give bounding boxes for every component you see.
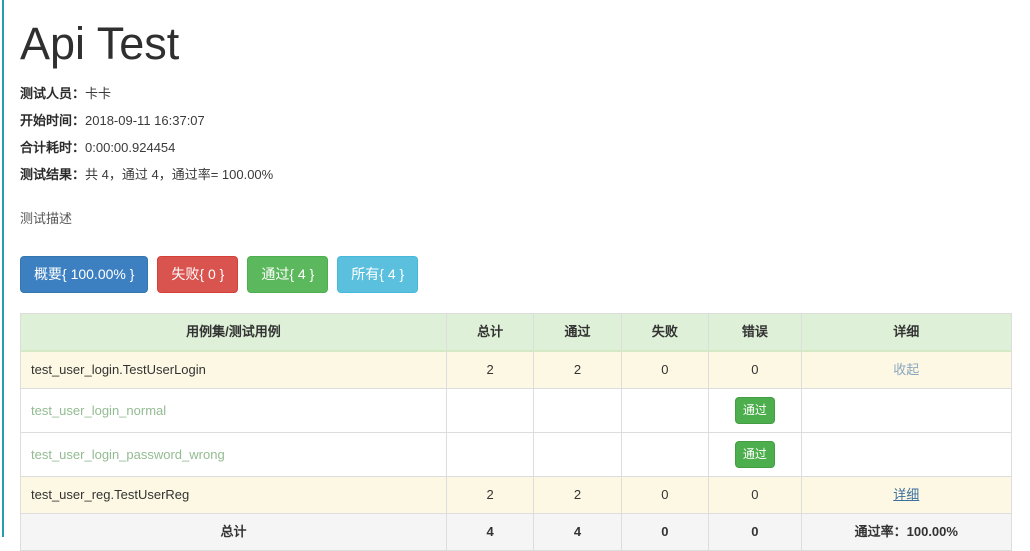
meta-value-result: 共 4，通过 4，通过率= 100.00% [85, 167, 274, 182]
summary-filter-button[interactable]: 概要{ 100.00% } [20, 256, 149, 293]
total-label: 总计 [20, 513, 447, 551]
case-name-cell[interactable]: test_user_login_normal [20, 388, 447, 433]
header-total: 总计 [445, 313, 535, 352]
meta-value-tester: 卡卡 [85, 86, 112, 101]
collapse-link[interactable]: 收起 [893, 362, 919, 377]
detail-cell [800, 388, 1013, 433]
failed-filter-button[interactable]: 失败{ 0 } [157, 256, 239, 293]
all-filter-button[interactable]: 所有{ 4 } [337, 256, 419, 293]
fail-cell [620, 432, 710, 477]
table-row: test_user_reg.TestUserReg 2 2 0 0 详细 [20, 476, 1013, 514]
result-table: 用例集/测试用例 总计 通过 失败 错误 详细 test_user_login.… [20, 313, 1013, 551]
result-table-body: test_user_login.TestUserLogin 2 2 0 0 收起 test_… [20, 350, 1013, 514]
pass-cell: 2 [533, 350, 622, 389]
detail-link[interactable]: 详细 [893, 487, 919, 502]
detail-cell: 收起 [800, 350, 1013, 389]
detail-cell: 详细 [800, 476, 1013, 514]
table-header-row: 用例集/测试用例 总计 通过 失败 错误 详细 [20, 313, 1013, 352]
filter-button-bar: 概要{ 100.00% } 失败{ 0 } 通过{ 4 } 所有{ 4 } [20, 256, 1030, 293]
table-row: test_user_login_normal 通过 [20, 388, 1013, 433]
result-table-head: 用例集/测试用例 总计 通过 失败 错误 详细 [20, 313, 1013, 352]
table-row: test_user_login_password_wrong 通过 [20, 432, 1013, 477]
pass-cell [533, 388, 622, 433]
meta-value-start-time: 2018-09-11 16:37:07 [85, 113, 205, 128]
pass-cell [533, 432, 622, 477]
status-badge[interactable]: 通过 [734, 441, 775, 468]
pass-rate-cell: 通过率：100.00% [800, 513, 1013, 551]
total-total-cell: 4 [445, 513, 535, 551]
meta-label-start-time: 开始时间： [20, 113, 86, 128]
total-error-cell: 0 [708, 513, 802, 551]
error-cell: 0 [708, 350, 802, 389]
header-fail: 失败 [620, 313, 710, 352]
meta-line-start-time: 开始时间：2018-09-11 16:37:07 [20, 107, 1030, 134]
passed-filter-button[interactable]: 通过{ 4 } [247, 256, 329, 293]
table-row: test_user_login.TestUserLogin 2 2 0 0 收起 [20, 350, 1013, 389]
meta-line-result: 测试结果：共 4，通过 4，通过率= 100.00% [20, 161, 1030, 188]
error-cell: 0 [708, 476, 802, 514]
meta-label-tester: 测试人员： [20, 86, 86, 101]
result-table-foot: 总计 4 4 0 0 通过率：100.00% [20, 513, 1013, 551]
suite-name-cell: test_user_login.TestUserLogin [20, 350, 447, 389]
case-name-cell[interactable]: test_user_login_password_wrong [20, 432, 447, 477]
fail-cell: 0 [620, 350, 710, 389]
total-cell: 2 [445, 476, 535, 514]
meta-line-tester: 测试人员：卡卡 [20, 80, 1030, 107]
status-badge[interactable]: 通过 [734, 397, 775, 424]
header-error: 错误 [708, 313, 802, 352]
page-title: Api Test [20, 18, 180, 69]
meta-value-duration: 0:00:00.924454 [85, 140, 176, 155]
total-pass-cell: 4 [533, 513, 622, 551]
header-detail: 详细 [800, 313, 1013, 352]
result-table-container: 用例集/测试用例 总计 通过 失败 错误 详细 test_user_login.… [20, 313, 1013, 551]
total-cell [445, 388, 535, 433]
total-cell: 2 [445, 350, 535, 389]
total-fail-cell: 0 [620, 513, 710, 551]
meta-label-duration: 合计耗时： [20, 140, 86, 155]
detail-cell [800, 432, 1013, 477]
report-header: Api Test 测试人员：卡卡 开始时间：2018-09-11 16:37:0… [0, 0, 1030, 228]
header-case-set: 用例集/测试用例 [20, 313, 447, 352]
suite-name-cell: test_user_reg.TestUserReg [20, 476, 447, 514]
meta-label-result: 测试结果： [20, 167, 86, 182]
report-description: 测试描述 [20, 211, 73, 226]
header-pass: 通过 [533, 313, 622, 352]
table-total-row: 总计 4 4 0 0 通过率：100.00% [20, 513, 1013, 551]
pass-cell: 2 [533, 476, 622, 514]
report-page: Api Test 测试人员：卡卡 开始时间：2018-09-11 16:37:0… [0, 0, 1030, 551]
fail-cell [620, 388, 710, 433]
error-cell: 通过 [708, 388, 802, 433]
fail-cell: 0 [620, 476, 710, 514]
total-cell [445, 432, 535, 477]
error-cell: 通过 [708, 432, 802, 477]
meta-line-duration: 合计耗时：0:00:00.924454 [20, 134, 1030, 161]
